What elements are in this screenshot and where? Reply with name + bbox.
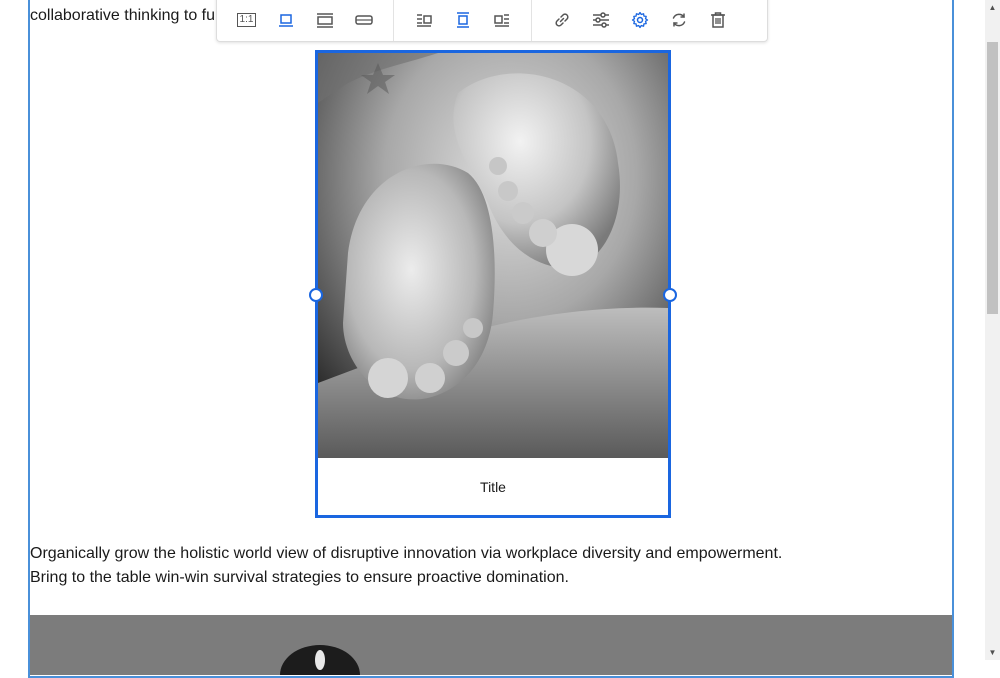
image-caption[interactable]: Title xyxy=(318,458,668,515)
refresh-icon xyxy=(672,13,685,27)
size-group: 1:1 xyxy=(217,0,393,41)
paragraph-text-top[interactable]: collaborative thinking to fu xyxy=(30,6,215,26)
inline-image-icon xyxy=(278,14,293,27)
ratio-icon: 1:1 xyxy=(236,13,257,27)
align-center-icon xyxy=(456,12,469,28)
wide-image-icon xyxy=(316,13,333,28)
full-width-button[interactable] xyxy=(344,5,383,35)
image-figure[interactable]: Title xyxy=(309,50,677,518)
resize-handle-right[interactable] xyxy=(663,288,677,302)
wrap-right-icon xyxy=(493,14,509,27)
baby-feet-photo[interactable] xyxy=(318,53,668,458)
align-center-button[interactable] xyxy=(443,5,482,35)
sliders-icon xyxy=(592,12,609,28)
paragraph-line-1[interactable]: Organically grow the holistic world view… xyxy=(30,544,782,564)
link-icon xyxy=(554,13,569,27)
align-right-button[interactable] xyxy=(482,5,521,35)
replace-button[interactable] xyxy=(659,5,698,35)
scrollbar-thumb[interactable] xyxy=(987,42,998,314)
second-image-illustration xyxy=(30,615,952,675)
gear-icon xyxy=(631,11,648,29)
photo-illustration xyxy=(318,53,668,458)
adjust-button[interactable] xyxy=(581,5,620,35)
original-size-button[interactable]: 1:1 xyxy=(227,5,266,35)
full-width-icon xyxy=(354,15,373,25)
editor-canvas[interactable]: collaborative thinking to fu Title Organ… xyxy=(28,0,954,678)
vertical-scrollbar[interactable]: ▲ ▼ xyxy=(985,0,1000,660)
settings-button[interactable] xyxy=(620,5,659,35)
delete-button[interactable] xyxy=(698,5,737,35)
resize-handle-left[interactable] xyxy=(309,288,323,302)
actions-group xyxy=(531,0,747,41)
paragraph-line-2[interactable]: Bring to the table win-win survival stra… xyxy=(30,568,569,588)
trash-icon xyxy=(710,12,725,28)
scroll-up-icon[interactable]: ▲ xyxy=(985,0,1000,15)
align-group xyxy=(393,0,531,41)
align-left-button[interactable] xyxy=(404,5,443,35)
wide-size-button[interactable] xyxy=(305,5,344,35)
link-button[interactable] xyxy=(542,5,581,35)
second-image[interactable] xyxy=(30,615,952,675)
inline-size-button[interactable] xyxy=(266,5,305,35)
scroll-down-icon[interactable]: ▼ xyxy=(985,645,1000,660)
wrap-left-icon xyxy=(416,14,432,27)
image-toolbar: 1:1 xyxy=(216,0,768,42)
